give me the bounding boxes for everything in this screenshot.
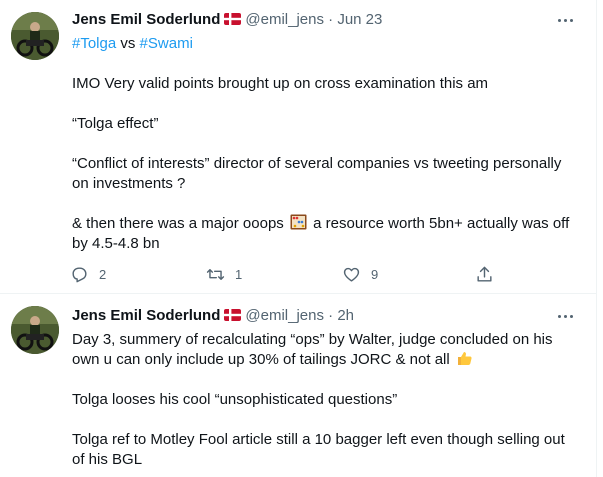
author-handle[interactable]: @emil_jens	[245, 11, 324, 28]
more-icon-dot	[558, 315, 561, 318]
paragraph-3: “Conflict of interests” director of seve…	[72, 155, 562, 192]
author-name[interactable]: Jens Emil Soderlund	[72, 307, 220, 324]
dot-separator: ·	[328, 307, 334, 324]
paragraph-1: Day 3, summery of recalculating “ops” by…	[72, 331, 553, 368]
abacus-emoji	[290, 214, 307, 230]
more-icon-dot	[564, 315, 567, 318]
tweet-paragraph: IMO Very valid points brought up on cros…	[72, 74, 578, 94]
retweet-count: 1	[235, 266, 243, 282]
hashtag-link[interactable]: #Tolga	[72, 35, 116, 52]
tweet-paragraph: & then there was a major ooops a resourc…	[72, 214, 578, 254]
tweet-paragraph: Tolga ref to Motley Fool article still a…	[72, 430, 578, 470]
timestamp[interactable]: 2h	[337, 307, 354, 324]
tweet-paragraph: “Conflict of interests” director of seve…	[72, 154, 578, 194]
like-button[interactable]: 9	[342, 263, 378, 285]
retweet-icon	[206, 268, 225, 280]
denmark-flag-emoji	[224, 13, 242, 25]
more-icon-dot	[558, 19, 561, 22]
paragraph-4-start: & then there was a major ooops	[72, 215, 284, 232]
tweet-actions: 2 1 9	[70, 263, 510, 285]
author-handle[interactable]: @emil_jens	[245, 307, 324, 324]
author-name[interactable]: Jens Emil Soderlund	[72, 11, 220, 28]
tweet-text: #Tolga vs #Swami	[72, 34, 578, 54]
timeline-right-border	[596, 0, 597, 477]
tweet-paragraph: “Tolga effect”	[72, 114, 578, 134]
thumbs-up-emoji	[457, 352, 472, 365]
text-vs: vs	[116, 35, 140, 52]
hashtag-link[interactable]: #Swami	[140, 35, 193, 52]
reply-icon	[72, 266, 87, 282]
tweet-paragraph: Day 3, summery of recalculating “ops” by…	[72, 330, 578, 370]
heart-icon	[343, 267, 360, 282]
reply-button[interactable]: 2	[70, 263, 106, 285]
avatar[interactable]	[11, 306, 59, 354]
paragraph-3: Tolga ref to Motley Fool article still a…	[72, 431, 565, 468]
more-icon-dot	[570, 315, 573, 318]
like-count: 9	[371, 266, 379, 282]
tweet-header: Jens Emil Soderlund @emil_jens · 2h	[72, 306, 354, 326]
more-options-button[interactable]	[554, 306, 578, 326]
paragraph-1: IMO Very valid points brought up on cros…	[72, 75, 489, 92]
paragraph-2: “Tolga effect”	[72, 115, 159, 132]
dot-separator: ·	[328, 11, 334, 28]
tweet-header: Jens Emil Soderlund @emil_jens · Jun 23	[72, 10, 382, 30]
tweet[interactable]: Jens Emil Soderlund @emil_jens · 2h Day 3…	[0, 294, 596, 477]
avatar[interactable]	[11, 12, 59, 60]
share-button[interactable]	[475, 263, 494, 285]
more-icon-dot	[570, 19, 573, 22]
more-icon-dot	[564, 19, 567, 22]
share-icon	[477, 266, 492, 282]
tweet-paragraph: Tolga looses his cool “unsophisticated q…	[72, 390, 578, 410]
paragraph-2: Tolga looses his cool “unsophisticated q…	[72, 391, 398, 408]
timestamp[interactable]: Jun 23	[337, 11, 382, 28]
denmark-flag-emoji	[224, 309, 242, 321]
reply-count: 2	[99, 266, 107, 282]
tweet[interactable]: Jens Emil Soderlund @emil_jens · Jun 23 #…	[0, 0, 596, 294]
more-options-button[interactable]	[554, 10, 578, 30]
retweet-button[interactable]: 1	[206, 263, 242, 285]
